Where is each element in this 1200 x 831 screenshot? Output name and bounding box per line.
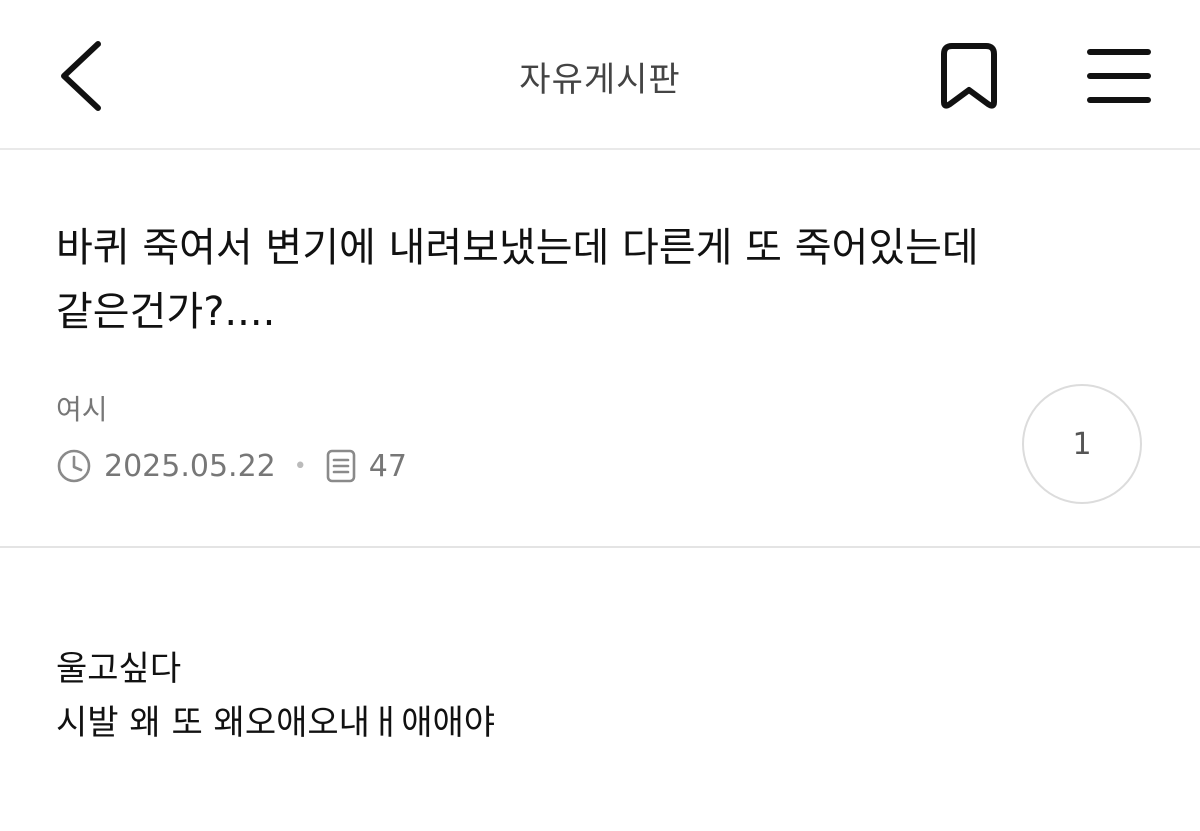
post-page: 자유게시판 바퀴 죽여서 변기에 내려보냈는데 다른게 또 죽어있는데 같은건가…	[0, 0, 1200, 831]
post-body: 울고싶다 시발 왜 또 왜오애오내ㅐ애애야	[56, 642, 1146, 750]
clock-icon	[57, 449, 91, 483]
post-date: 2025.05.22	[104, 448, 276, 484]
post-body-line: 울고싶다	[56, 649, 182, 689]
hamburger-menu-icon	[1087, 49, 1151, 103]
comment-count-button[interactable]: 1	[1022, 384, 1142, 504]
menu-button[interactable]	[1082, 44, 1156, 108]
bookmark-icon	[941, 43, 997, 109]
bookmark-button[interactable]	[936, 40, 1002, 112]
post-title: 바퀴 죽여서 변기에 내려보냈는데 다른게 또 죽어있는데 같은건가?....	[56, 225, 979, 335]
comment-count: 1	[1072, 426, 1092, 462]
post-meta: 2025.05.22 • 47	[56, 446, 407, 486]
post-author[interactable]: 여시	[56, 388, 108, 428]
post-body-line: 시발 왜 또 왜오애오내ㅐ애애야	[56, 703, 496, 743]
post-header: 바퀴 죽여서 변기에 내려보냈는데 다른게 또 죽어있는데 같은건가?.... …	[0, 150, 1200, 548]
view-count: 47	[368, 448, 407, 484]
document-icon	[326, 449, 356, 483]
meta-separator: •	[293, 453, 307, 479]
top-app-bar: 자유게시판	[0, 0, 1200, 150]
board-title: 자유게시판	[519, 60, 681, 100]
